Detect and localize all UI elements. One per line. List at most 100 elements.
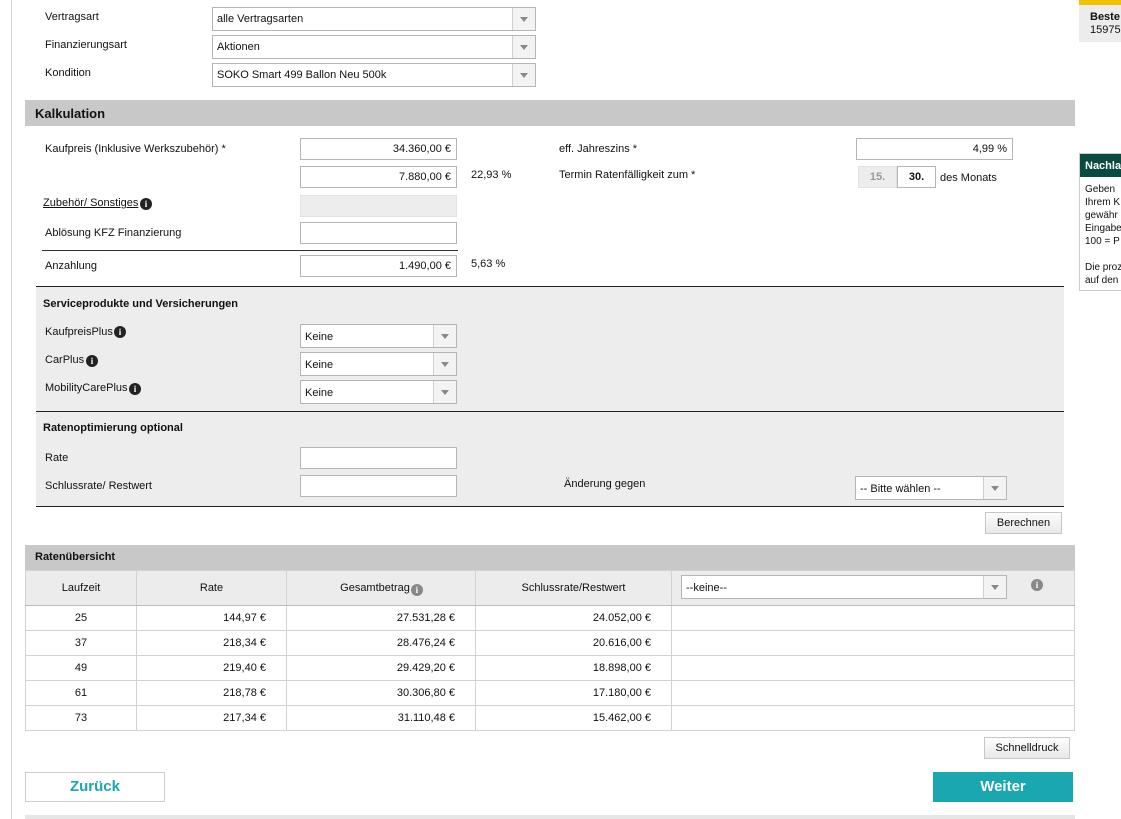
jahreszins-input[interactable]: 4,99 %: [856, 138, 1013, 160]
kaufpreis-input[interactable]: 34.360,00 €: [300, 138, 457, 160]
info-icon[interactable]: i: [410, 584, 423, 596]
schlussrate-cell: 20.616,00 €: [475, 630, 672, 656]
gesamtbetrag-cell: 30.306,80 €: [286, 680, 476, 706]
service-item-label: KaufpreisPlus: [45, 326, 113, 338]
schlussrate-input[interactable]: [300, 475, 457, 497]
rates-table: Laufzeit Rate Gesamtbetrag i Schlussrate/…: [25, 570, 1075, 731]
schlussrate-cell: 24.052,00 €: [475, 605, 672, 631]
chevron-down-icon: [433, 325, 456, 347]
service-item-label: MobilityCarePlus: [45, 382, 128, 394]
right-info-box-text: Geben Ihrem K gewähr Eingabe 100 = P Die…: [1085, 184, 1121, 286]
right-top-line2: 15975: [1090, 24, 1121, 36]
kondition-label: Kondition: [45, 67, 91, 79]
empty-cell: [671, 680, 1075, 706]
table-header-row: Laufzeit Rate Gesamtbetrag i Schlussrate/…: [25, 570, 1075, 606]
rate-cell: 144,97 €: [136, 605, 287, 631]
chevron-down-icon: [433, 381, 456, 403]
vertragsart-select[interactable]: alle Vertragsarten: [212, 7, 536, 31]
gesamtbetrag-cell: 28.476,24 €: [286, 630, 476, 656]
rate-label: Rate: [45, 452, 69, 464]
next-button[interactable]: Weiter: [933, 772, 1073, 802]
column-header-filter: --keine-- i: [671, 570, 1075, 606]
gesamtbetrag-cell: 31.110,48 €: [286, 705, 476, 731]
abloesung-input[interactable]: [300, 222, 457, 244]
info-icon[interactable]: i: [86, 355, 98, 367]
kondition-select[interactable]: SOKO Smart 499 Ballon Neu 500k: [212, 63, 536, 87]
empty-cell: [671, 655, 1075, 681]
jahreszins-label: eff. Jahreszins *: [559, 143, 638, 155]
empty-cell: [671, 605, 1075, 631]
carplus-value: Keine: [305, 359, 334, 371]
schlussrate-cell: 15.462,00 €: [475, 705, 672, 731]
table-row: 61 218,78 € 30.306,80 € 17.180,00 €: [25, 680, 1075, 706]
chevron-down-icon: [433, 353, 456, 375]
chevron-down-icon: [512, 8, 535, 30]
rate-cell: 218,34 €: [136, 630, 287, 656]
carplus-select[interactable]: Keine: [300, 352, 457, 376]
ratenuebersicht-title: Ratenübersicht: [35, 551, 116, 563]
info-icon[interactable]: i: [129, 383, 141, 395]
yellow-stripe: [1079, 0, 1121, 5]
table-row: 49 219,40 € 29.429,20 € 18.898,00 €: [25, 655, 1075, 681]
rate-cell: 217,34 €: [136, 705, 287, 731]
info-icon[interactable]: i: [1031, 579, 1043, 591]
rate-filter-select[interactable]: --keine--: [681, 575, 1007, 599]
zubehoer-label-text: Zubehör/ Sonstiges: [43, 197, 139, 209]
right-top-line1: Beste: [1090, 11, 1120, 23]
rate-input[interactable]: [300, 447, 457, 469]
rate-filter-value: --keine--: [686, 582, 727, 594]
right-info-box: Nachla Geben Ihrem K gewähr Eingabe 100 …: [1079, 153, 1121, 291]
laufzeit-cell: 61: [25, 680, 137, 706]
chevron-down-icon: [983, 477, 1006, 499]
chevron-down-icon: [983, 576, 1006, 598]
schlussrate-cell: 18.898,00 €: [475, 655, 672, 681]
laufzeit-cell: 25: [25, 605, 137, 631]
divider: [42, 250, 458, 251]
termin-15-button[interactable]: 15.: [858, 166, 897, 188]
table-row: 37 218,34 € 28.476,24 € 20.616,00 €: [25, 630, 1075, 656]
schlussrate-cell: 17.180,00 €: [475, 680, 672, 706]
zubehoer-amount-input[interactable]: 7.880,00 €: [300, 166, 457, 188]
mobilitycareplus-select[interactable]: Keine: [300, 380, 457, 404]
column-header: Laufzeit: [25, 570, 137, 606]
finanzierungsart-label: Finanzierungsart: [45, 39, 127, 51]
info-icon[interactable]: i: [114, 326, 126, 338]
aenderung-value: -- Bitte wählen --: [860, 483, 941, 495]
vertragsart-value: alle Vertragsarten: [217, 13, 304, 25]
gesamtbetrag-cell: 27.531,28 €: [286, 605, 476, 631]
termin-30-button[interactable]: 30.: [897, 166, 936, 188]
page-left-border: [11, 0, 12, 819]
bottom-divider: [25, 815, 1075, 819]
info-icon[interactable]: i: [140, 198, 152, 210]
finanzierungsart-select[interactable]: Aktionen: [212, 35, 536, 59]
chevron-down-icon: [512, 64, 535, 86]
back-button[interactable]: Zurück: [25, 772, 165, 802]
column-header: Gesamtbetrag i: [286, 570, 476, 606]
kaufpreisplus-select[interactable]: Keine: [300, 324, 457, 348]
chevron-down-icon: [512, 36, 535, 58]
empty-cell: [671, 705, 1075, 731]
zubehoer-percent: 22,93 %: [471, 169, 512, 181]
rate-cell: 219,40 €: [136, 655, 287, 681]
ratenopt-title: Ratenoptimierung optional: [43, 422, 183, 434]
right-info-box-title: Nachla: [1085, 160, 1121, 172]
gesamtbetrag-cell: 29.429,20 €: [286, 655, 476, 681]
kaufpreisplus-value: Keine: [305, 331, 334, 343]
schnelldruck-button[interactable]: Schnelldruck: [984, 737, 1070, 759]
finanzierungsart-value: Aktionen: [217, 41, 260, 53]
kaufpreis-label: Kaufpreis (Inklusive Werkszubehör) *: [45, 143, 226, 155]
column-header: Schlussrate/Restwert: [475, 570, 672, 606]
berechnen-button[interactable]: Berechnen: [985, 512, 1062, 534]
anzahlung-label: Anzahlung: [45, 260, 97, 272]
ratenuebersicht-header: Ratenübersicht: [25, 545, 1075, 570]
anzahlung-input[interactable]: 1.490,00 €: [300, 255, 457, 277]
vertragsart-label: Vertragsart: [45, 11, 99, 23]
zubehoer-label[interactable]: Zubehör/ Sonstiges: [43, 197, 138, 209]
laufzeit-cell: 49: [25, 655, 137, 681]
table-row: 73 217,34 € 31.110,48 € 15.462,00 €: [25, 705, 1075, 731]
aenderung-select[interactable]: -- Bitte wählen --: [855, 476, 1007, 500]
table-row: 25 144,97 € 27.531,28 € 24.052,00 €: [25, 605, 1075, 631]
service-item-label: CarPlus: [45, 354, 85, 366]
right-info-box-header: Nachla: [1080, 154, 1121, 177]
termin-label: Termin Ratenfälligkeit zum *: [559, 169, 696, 181]
